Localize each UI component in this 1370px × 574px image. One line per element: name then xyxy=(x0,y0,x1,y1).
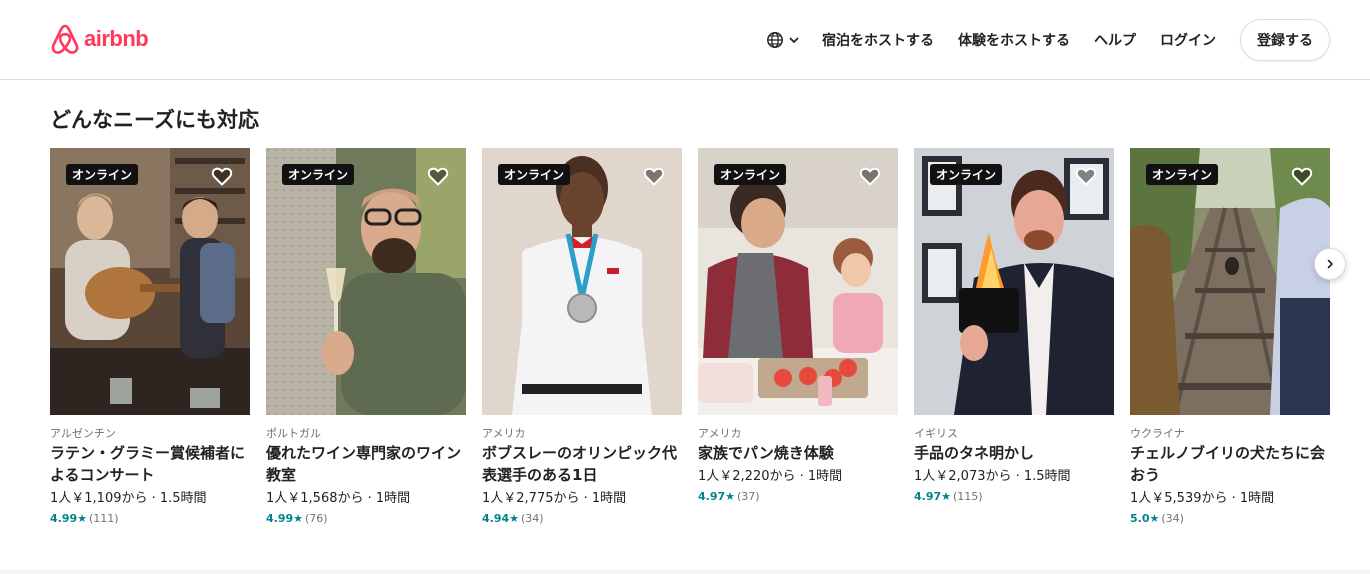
brand-name: airbnb xyxy=(84,26,149,51)
card-review-count: (34) xyxy=(521,512,544,525)
experience-card[interactable]: オンライン アメリカ ボブスレーのオリンピック代表選手のある1日 1人￥2,77… xyxy=(482,148,682,527)
online-badge: オンライン xyxy=(282,164,355,185)
heart-icon[interactable] xyxy=(1074,164,1098,188)
experience-card[interactable]: オンライン ポルトガル 優れたワイン専門家のワイン教室 1人￥1,568から ·… xyxy=(266,148,466,527)
online-badge: オンライン xyxy=(498,164,571,185)
heart-icon[interactable] xyxy=(210,164,234,188)
card-title[interactable]: ボブスレーのオリンピック代表選手のある1日 xyxy=(482,442,682,486)
carousel-next-button[interactable] xyxy=(1314,248,1346,280)
nav-help[interactable]: ヘルプ xyxy=(1094,30,1136,50)
top-header: airbnb 宿泊をホストする 体験をホストする ヘルプ ログイン 登録する xyxy=(0,0,1370,80)
heart-icon[interactable] xyxy=(642,164,666,188)
card-title[interactable]: チェルノブイリの犬たちに会おう xyxy=(1130,442,1330,486)
nav-login[interactable]: ログイン xyxy=(1160,30,1216,50)
experience-card[interactable]: オンライン アメリカ 家族でパン焼き体験 1人￥2,220から · 1時間 4.… xyxy=(698,148,898,527)
card-rating: 4.97★ xyxy=(914,490,952,503)
card-title[interactable]: 優れたワイン専門家のワイン教室 xyxy=(266,442,466,486)
card-rating: 4.99★ xyxy=(50,512,88,525)
card-country: アメリカ xyxy=(698,427,742,440)
card-rating: 5.0★ xyxy=(1130,512,1160,525)
card-title[interactable]: 手品のタネ明かし xyxy=(914,442,1114,464)
online-badge: オンライン xyxy=(66,164,139,185)
section-title: どんなニーズにも対応 xyxy=(50,108,259,132)
main-nav: 宿泊をホストする 体験をホストする ヘルプ ログイン 登録する xyxy=(766,19,1330,61)
section-divider xyxy=(0,570,1370,574)
card-price: 1人￥1,109から · 1.5時間 xyxy=(50,491,207,506)
chevron-down-icon xyxy=(789,37,799,43)
card-info: アメリカ 家族でパン焼き体験 1人￥2,220から · 1時間 4.97★ (37… xyxy=(698,415,898,505)
concert-photo xyxy=(50,148,250,415)
card-info: アルゼンチン ラテン・グラミー賞候補者によるコンサート 1人￥1,109から ·… xyxy=(50,415,250,527)
signup-button[interactable]: 登録する xyxy=(1240,19,1330,61)
card-photo[interactable]: オンライン xyxy=(914,148,1114,415)
family-baking-photo xyxy=(698,148,898,415)
card-photo[interactable]: オンライン xyxy=(50,148,250,415)
nav-host-experience[interactable]: 体験をホストする xyxy=(958,30,1070,50)
card-country: イギリス xyxy=(914,427,958,440)
card-info: イギリス 手品のタネ明かし 1人￥2,073から · 1.5時間 4.97★ (1… xyxy=(914,415,1114,505)
card-rating-row: 4.97★ (37) xyxy=(698,489,898,505)
card-rating: 4.94★ xyxy=(482,512,520,525)
airbnb-logo[interactable]: airbnb xyxy=(50,22,149,56)
card-review-count: (76) xyxy=(305,512,328,525)
olympic-athlete-photo xyxy=(482,148,682,415)
card-country: ウクライナ xyxy=(1130,427,1185,440)
magician-photo xyxy=(914,148,1114,415)
card-price: 1人￥5,539から · 1時間 xyxy=(1130,491,1275,506)
card-country: アルゼンチン xyxy=(50,427,116,440)
language-selector[interactable] xyxy=(766,31,800,49)
experience-card[interactable]: オンライン アルゼンチン ラテン・グラミー賞候補者によるコンサート 1人￥1,1… xyxy=(50,148,250,527)
wine-expert-photo xyxy=(266,148,466,415)
card-price: 1人￥2,073から · 1.5時間 xyxy=(914,469,1071,484)
card-review-count: (111) xyxy=(89,512,119,525)
experience-card[interactable]: オンライン イギリス 手品のタネ明かし 1人￥2,073から · 1.5時間 4… xyxy=(914,148,1114,527)
card-rating-row: 4.97★ (115) xyxy=(914,489,1114,505)
card-price: 1人￥2,220から · 1時間 xyxy=(698,469,843,484)
card-title[interactable]: ラテン・グラミー賞候補者によるコンサート xyxy=(50,442,250,486)
online-badge: オンライン xyxy=(714,164,787,185)
card-photo[interactable]: オンライン xyxy=(482,148,682,415)
chernobyl-dogs-photo xyxy=(1130,148,1330,415)
card-title[interactable]: 家族でパン焼き体験 xyxy=(698,442,898,464)
card-rating: 4.99★ xyxy=(266,512,304,525)
heart-icon[interactable] xyxy=(858,164,882,188)
online-badge: オンライン xyxy=(930,164,1003,185)
card-review-count: (115) xyxy=(953,490,983,503)
experience-card-list: オンライン アルゼンチン ラテン・グラミー賞候補者によるコンサート 1人￥1,1… xyxy=(50,148,1330,527)
card-info: ポルトガル 優れたワイン専門家のワイン教室 1人￥1,568から · 1時間 4… xyxy=(266,415,466,527)
card-review-count: (37) xyxy=(737,490,760,503)
card-info: ウクライナ チェルノブイリの犬たちに会おう 1人￥5,539から · 1時間 5… xyxy=(1130,415,1330,527)
card-rating-row: 4.99★ (111) xyxy=(50,511,250,527)
card-rating-row: 4.99★ (76) xyxy=(266,511,466,527)
card-rating-row: 4.94★ (34) xyxy=(482,511,682,527)
card-photo[interactable]: オンライン xyxy=(698,148,898,415)
card-price: 1人￥2,775から · 1時間 xyxy=(482,491,627,506)
card-country: ポルトガル xyxy=(266,427,321,440)
experience-card[interactable]: オンライン ウクライナ チェルノブイリの犬たちに会おう 1人￥5,539から ·… xyxy=(1130,148,1330,527)
card-photo[interactable]: オンライン xyxy=(266,148,466,415)
globe-icon xyxy=(767,32,783,48)
card-photo[interactable]: オンライン xyxy=(1130,148,1330,415)
card-review-count: (34) xyxy=(1161,512,1184,525)
card-rating-row: 5.0★ (34) xyxy=(1130,511,1330,527)
online-badge: オンライン xyxy=(1146,164,1219,185)
card-country: アメリカ xyxy=(482,427,526,440)
airbnb-logo-icon xyxy=(51,24,79,54)
heart-icon[interactable] xyxy=(1290,164,1314,188)
heart-icon[interactable] xyxy=(426,164,450,188)
card-price: 1人￥1,568から · 1時間 xyxy=(266,491,411,506)
nav-host-stay[interactable]: 宿泊をホストする xyxy=(822,30,934,50)
card-info: アメリカ ボブスレーのオリンピック代表選手のある1日 1人￥2,775から · … xyxy=(482,415,682,527)
chevron-right-icon xyxy=(1327,259,1333,269)
card-rating: 4.97★ xyxy=(698,490,736,503)
